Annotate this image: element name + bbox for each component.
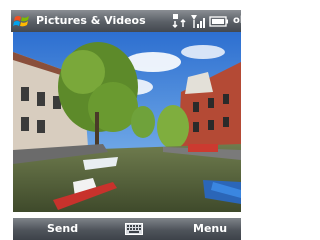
photo-view[interactable] [13, 32, 241, 212]
battery-icon[interactable] [209, 12, 231, 30]
status-icons [171, 12, 241, 30]
keyboard-icon[interactable] [125, 223, 143, 235]
menu-softkey[interactable]: Menu [193, 222, 227, 236]
window-title: Pictures & Videos [36, 14, 146, 27]
device-screen: Pictures & Videos ok [0, 0, 241, 240]
data-connection-icon[interactable] [171, 12, 189, 30]
close-ok-button[interactable]: ok [233, 14, 241, 28]
title-bar: Pictures & Videos ok [11, 10, 241, 32]
signal-strength-icon[interactable] [189, 12, 207, 30]
send-softkey[interactable]: Send [47, 222, 78, 236]
windows-flag-icon[interactable] [13, 12, 31, 30]
softkey-bar: Send Menu [13, 218, 241, 240]
